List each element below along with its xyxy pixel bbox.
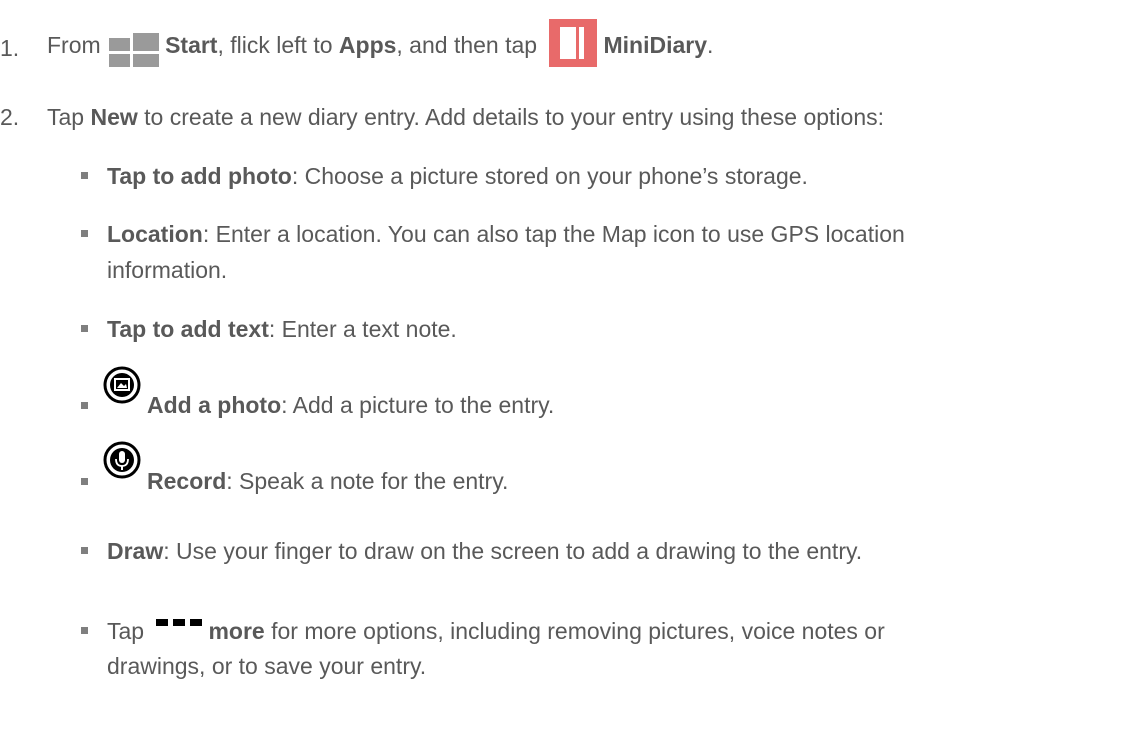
bullet <box>81 627 88 634</box>
option-label: more <box>208 618 265 644</box>
option-more: Tap more for more options, including rem… <box>107 616 885 646</box>
step-1-then: , and then tap <box>396 32 538 58</box>
option-location-continued: information. <box>107 257 228 283</box>
option-more-continued: drawings, or to save your entry. <box>107 653 427 679</box>
option-description: : Enter a location. You can also tap the… <box>202 221 905 247</box>
record-microphone-icon <box>103 441 141 479</box>
option-tap-to-add-text: Tap to add text: Enter a text note. <box>107 314 457 344</box>
option-location: Location: Enter a location. You can also… <box>107 219 905 249</box>
instructions-document: 1. From Start, flick left to Apps, and t… <box>0 0 1136 734</box>
start-label: Start <box>165 32 218 58</box>
option-description: for more options, including removing pic… <box>271 618 885 644</box>
more-dots-icon <box>156 619 203 631</box>
step-1-number: 1. <box>0 35 20 61</box>
bullet <box>81 478 88 485</box>
option-description: : Choose a picture stored on your phone’… <box>291 163 808 189</box>
bullet <box>81 402 88 409</box>
option-description: : Use your finger to draw on the screen … <box>163 538 863 564</box>
option-label: Tap to add text <box>107 316 269 342</box>
option-description: : Add a picture to the entry. <box>281 392 555 418</box>
option-draw: Draw: Use your finger to draw on the scr… <box>107 536 862 566</box>
step-2-tap: Tap <box>47 104 85 130</box>
apps-label: Apps <box>338 32 397 58</box>
option-label: Add a photo <box>147 392 282 418</box>
option-record: Record: Speak a note for the entry. <box>147 466 508 496</box>
option-tap-to-add-photo: Tap to add photo: Choose a picture store… <box>107 161 808 191</box>
bullet <box>81 172 88 179</box>
step-2-number: 2. <box>0 104 20 130</box>
windows-start-icon <box>109 33 160 67</box>
bullet <box>81 547 88 554</box>
minidiary-icon <box>549 19 598 67</box>
option-label: Draw <box>107 538 164 564</box>
new-label: New <box>90 104 138 130</box>
bullet <box>81 325 88 332</box>
option-label: Tap to add photo <box>107 163 292 189</box>
step-1-end: . <box>707 32 714 58</box>
step-2-text: Tap New to create a new diary entry. Add… <box>47 102 884 132</box>
minidiary-label: MiniDiary <box>603 32 708 58</box>
step-2-rest: to create a new diary entry. Add details… <box>144 104 885 130</box>
step-1-mid: , flick left to <box>217 32 333 58</box>
step-1-text: From Start, flick left to Apps, and then… <box>47 19 713 67</box>
option-label: Location <box>107 221 203 247</box>
option-tap: Tap <box>107 618 145 644</box>
option-label: Record <box>147 468 227 494</box>
option-description: : Enter a text note. <box>268 316 457 342</box>
bullet <box>81 230 88 237</box>
option-add-a-photo: Add a photo: Add a picture to the entry. <box>147 390 554 420</box>
step-1-prefix: From <box>47 32 101 58</box>
add-photo-icon <box>103 366 141 404</box>
option-description: : Speak a note for the entry. <box>226 468 509 494</box>
